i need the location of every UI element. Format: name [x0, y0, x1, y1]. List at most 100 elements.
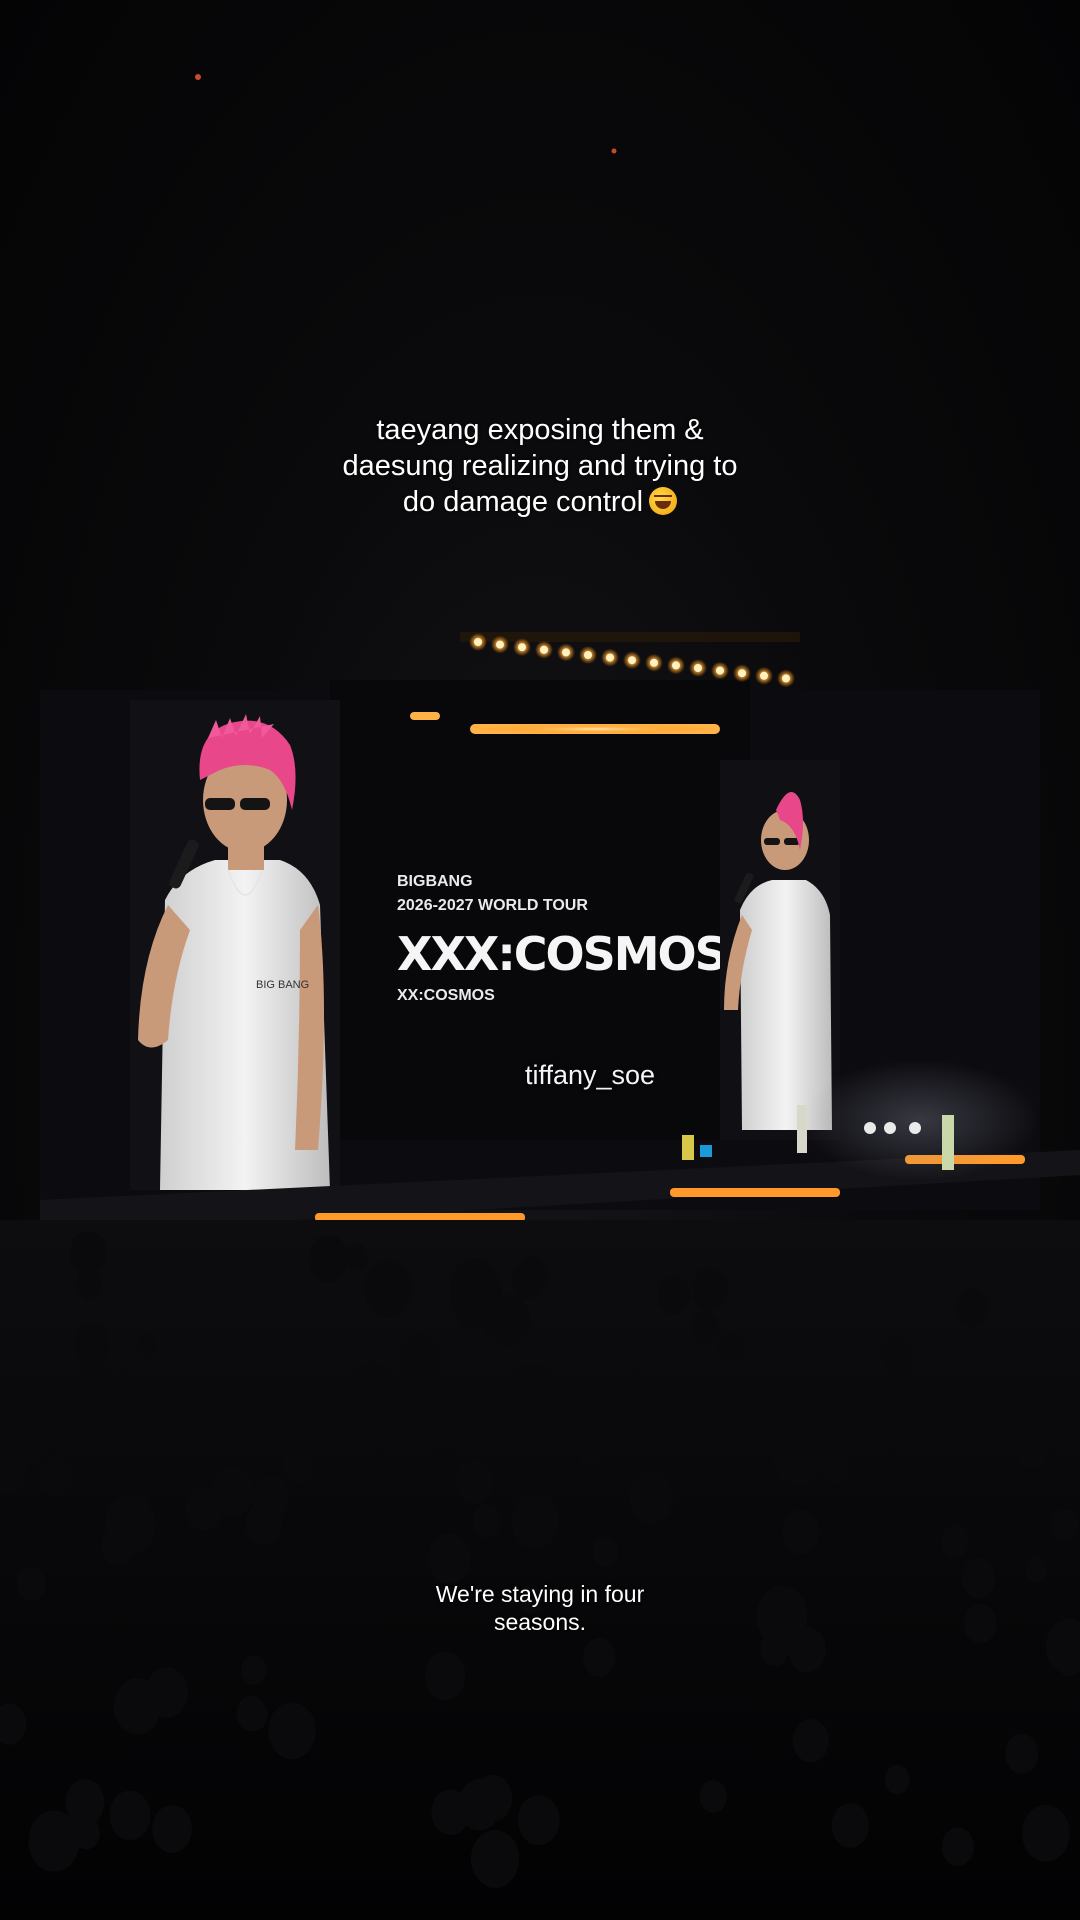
stage-bulb-core [540, 645, 548, 654]
stage-performer [700, 1145, 712, 1157]
crowd-head [472, 1504, 502, 1539]
crowd-head [350, 1362, 395, 1415]
crowd-head [74, 1323, 110, 1366]
crowd-head [881, 1335, 913, 1373]
stage-bulb-core [496, 640, 504, 649]
crowd-head [470, 1829, 520, 1888]
crowd-head [592, 1536, 619, 1568]
ceiling-light [611, 148, 617, 154]
crowd-head [241, 1655, 267, 1686]
crowd-head [831, 1802, 870, 1848]
crowd-head [941, 1524, 969, 1558]
crowd-head [109, 1790, 151, 1841]
stage-bulb-core [760, 671, 768, 680]
crowd-head [113, 1677, 162, 1735]
crowd-head [782, 1509, 820, 1555]
crowd-head [1025, 1556, 1047, 1582]
stage-performer [797, 1105, 807, 1153]
screen-title-text: BIGBANG [397, 873, 473, 890]
crowd-head [268, 1702, 316, 1760]
crowd-head [578, 1436, 604, 1467]
crowd-head [629, 1470, 674, 1524]
crowd-head [72, 1816, 100, 1850]
stage-bulb-core [584, 651, 592, 659]
stage-bulb-core [738, 669, 746, 678]
subtitle: We're staying in four seasons. [0, 1580, 1080, 1636]
crowd-head [76, 1268, 103, 1300]
crowd-head [559, 1429, 581, 1454]
ceiling-light [195, 74, 201, 80]
subtitle-line-1: We're staying in four [435, 1581, 645, 1607]
stage-bulb-core [650, 658, 658, 667]
crowd-head [699, 1780, 727, 1813]
stage-performer [682, 1135, 694, 1160]
screen-logo-text: XXX:COSMOS [397, 927, 726, 981]
crowd-head [364, 1260, 413, 1319]
shirt-logo-text: BIG BANG [256, 979, 309, 991]
crowd-head [456, 1459, 494, 1504]
crowd-head [236, 1695, 267, 1732]
crowd-head [884, 1764, 910, 1795]
crowd-head [28, 1810, 80, 1872]
crowd-head [1014, 1427, 1049, 1469]
stage-bulb-core [606, 653, 614, 662]
stage-bulb-core [518, 643, 526, 652]
stage-bulb-core [474, 638, 482, 646]
crowd-head [449, 1257, 502, 1319]
stage-bulb-core [694, 664, 702, 672]
video-caption: taeyang exposing them & daesung realizin… [0, 412, 1080, 520]
crowd-head [1005, 1733, 1039, 1774]
stage-bulb-core [628, 656, 636, 665]
left-screen-performer: BIG BANG [130, 700, 340, 1190]
crowd-head [252, 1475, 289, 1520]
crowd-head [691, 1310, 719, 1344]
crowd-head [819, 1446, 851, 1484]
screen-tour-text: 2026-2027 WORLD TOUR [397, 897, 588, 914]
crowd-head [941, 1827, 974, 1867]
crowd-head [427, 1532, 471, 1584]
crowd-head [712, 1404, 739, 1435]
screen-sub-text: XX:COSMOS [397, 987, 495, 1004]
crowd-head [346, 1244, 369, 1271]
crowd-head [1022, 1804, 1070, 1862]
stage-bulb-core [782, 674, 790, 683]
stage-performer [942, 1115, 954, 1170]
crowd-head [38, 1455, 74, 1498]
crowd-head [511, 1363, 552, 1412]
crowd-head [226, 1402, 272, 1457]
stage-bulb-core [716, 666, 724, 675]
crowd-head [230, 1477, 252, 1503]
stage-bulb-core [672, 661, 680, 670]
username-watermark: tiffany_soe [524, 1060, 656, 1090]
caption-line-2: daesung realizing and trying to [342, 450, 738, 482]
crowd-head [137, 1333, 158, 1358]
crowd-head [308, 1235, 348, 1283]
crowd-head [431, 1789, 470, 1836]
crowd-head [792, 1719, 829, 1763]
crowd-head [692, 1267, 729, 1311]
stage-bulb-core [562, 648, 570, 657]
crowd-head [955, 1287, 989, 1327]
crowd-head [512, 1492, 559, 1549]
crowd-head [152, 1805, 192, 1853]
crowd-head [517, 1795, 560, 1846]
subtitle-line-2: seasons. [493, 1609, 587, 1635]
crowd-head [773, 1426, 823, 1487]
crowd-head [424, 1651, 466, 1701]
crowd-head [101, 1525, 135, 1566]
crowd-head [399, 1333, 441, 1383]
stage-edge-light [670, 1188, 840, 1197]
crowd-head [511, 1262, 544, 1300]
crowd-head [421, 1395, 467, 1450]
crowd-head [657, 1275, 691, 1316]
crowd-head [283, 1447, 314, 1484]
caption-line-1: taeyang exposing them & [376, 414, 704, 446]
crowd-head [957, 1396, 979, 1422]
crowd-head [717, 1332, 745, 1364]
crowd-head [583, 1637, 616, 1677]
crowd-head [80, 1360, 106, 1390]
crowd-head [1050, 1508, 1079, 1542]
caption-line-3: do damage control [402, 486, 644, 518]
concert-video-frame: BIG BANG BIGBANG 2026-2027 WORLD TOUR XX… [0, 0, 1080, 1920]
rolling-laughing-emoji-icon [649, 487, 678, 515]
